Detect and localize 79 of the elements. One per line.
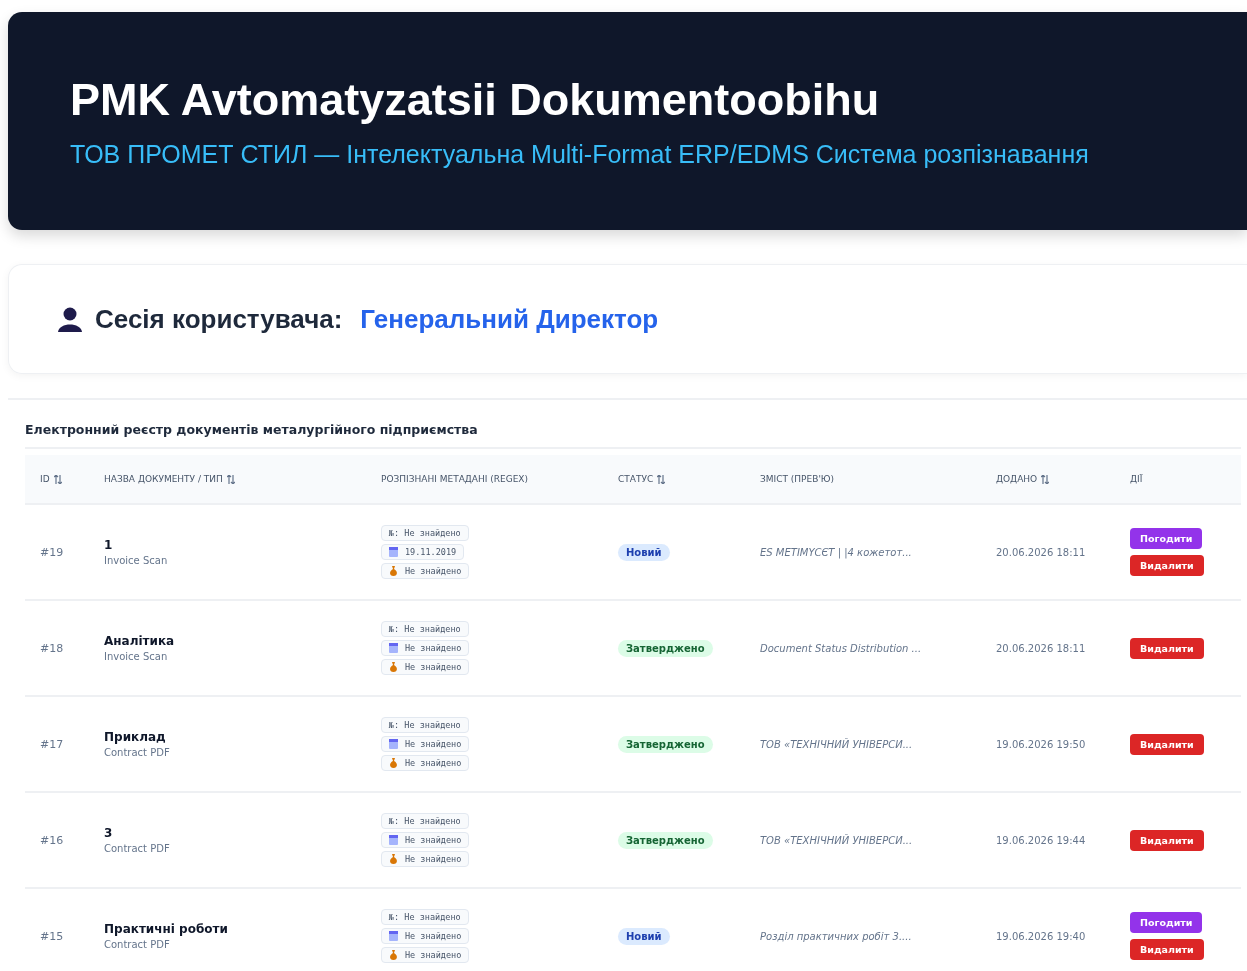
metadata-chip: Не знайдено <box>381 659 470 675</box>
registry-title: Електронний реєстр документів металургійного підприємства <box>25 422 1241 449</box>
document-name: Приклад <box>104 730 166 744</box>
user-icon <box>57 306 83 332</box>
metadata-chip: 19.11.2019 <box>381 544 465 560</box>
status-badge: Затверджено <box>618 831 713 849</box>
document-type: Invoice Scan <box>104 651 168 662</box>
document-name: 1 <box>104 538 113 552</box>
column-header: СТАТУС <box>618 474 654 484</box>
added-date: 19.06.2026 19:40 <box>996 930 1086 942</box>
metadata-chip: Не знайдено <box>381 832 470 848</box>
delete-button[interactable]: Видалити <box>1130 939 1204 960</box>
document-name: 3 <box>104 826 113 840</box>
metadata-chip: Не знайдено <box>381 928 470 944</box>
document-type: Contract PDF <box>104 747 170 758</box>
sort-icon <box>53 474 62 484</box>
status-badge: Новий <box>618 927 670 945</box>
metadata-chip: №: Не знайдено <box>381 813 469 829</box>
metadata-chip: Не знайдено <box>381 563 470 579</box>
money-bag-icon <box>389 566 398 576</box>
document-type: Contract PDF <box>104 939 170 950</box>
document-id: #16 <box>40 833 64 847</box>
metadata-chip: №: Не знайдено <box>381 717 469 733</box>
status-badge: Новий <box>618 543 670 561</box>
document-id: #19 <box>40 545 64 559</box>
sort-icon <box>226 474 235 484</box>
metadata-chip: Не знайдено <box>381 947 470 963</box>
sort-icon <box>1041 474 1050 484</box>
preview-text: ТОВ «ТЕХНІЧНИЙ УНІВЕРСИ... <box>760 834 913 846</box>
delete-button[interactable]: Видалити <box>1130 555 1204 576</box>
preview-text: Document Status Distribution ... <box>760 642 922 654</box>
document-name: Аналітика <box>104 634 175 648</box>
column-header: ЗМІСТ (ПРЕВ'Ю) <box>760 474 835 484</box>
approve-button[interactable]: Погодити <box>1130 912 1203 933</box>
delete-button[interactable]: Видалити <box>1130 637 1204 659</box>
document-type: Contract PDF <box>104 843 170 854</box>
metadata-chip: Не знайдено <box>381 736 470 752</box>
document-id: #17 <box>40 737 64 751</box>
metadata-chip: Не знайдено <box>381 755 470 771</box>
preview-text: Розділ практичних робіт 3.... <box>760 930 912 942</box>
money-bag-icon <box>389 662 398 672</box>
metadata-chip: Не знайдено <box>381 640 470 656</box>
column-header: ДОДАНО <box>996 474 1038 484</box>
session-label: Сесія користувача: <box>95 303 343 335</box>
preview-text: ES METIMYCЄT | |4 кожетот... <box>760 546 912 558</box>
session-user: Генеральний Директор <box>360 303 659 335</box>
added-date: 20.06.2026 18:11 <box>996 546 1086 558</box>
money-bag-icon <box>389 854 398 864</box>
calendar-icon <box>389 547 398 557</box>
delete-button[interactable]: Видалити <box>1130 829 1204 851</box>
app-title: PMK Avtomatyzatsii Dokumentoobihu <box>70 73 881 126</box>
delete-button[interactable]: Видалити <box>1130 733 1204 755</box>
calendar-icon <box>389 739 398 749</box>
status-badge: Затверджено <box>618 639 713 657</box>
added-date: 20.06.2026 18:11 <box>996 642 1086 654</box>
app-subtitle: ТОВ ПРОМЕТ СТИЛ — Інтелектуальна Multi-Format ERP/EDMS Система розпізнавання <box>70 139 1090 169</box>
money-bag-icon <box>389 758 398 768</box>
document-type: Invoice Scan <box>104 555 168 566</box>
metadata-chip: Не знайдено <box>381 851 470 867</box>
document-id: #15 <box>40 929 64 943</box>
added-date: 19.06.2026 19:44 <box>996 834 1086 846</box>
metadata-chip: №: Не знайдено <box>381 621 469 637</box>
column-header: ДІЇ <box>1130 474 1143 484</box>
column-header: ID <box>40 474 50 484</box>
added-date: 19.06.2026 19:50 <box>996 738 1086 750</box>
column-header: НАЗВА ДОКУМЕНТУ / ТИП <box>104 474 223 484</box>
preview-text: ТОВ «ТЕХНІЧНИЙ УНІВЕРСИ... <box>760 738 913 750</box>
metadata-chip: №: Не знайдено <box>381 909 469 925</box>
calendar-icon <box>389 835 398 845</box>
metadata-chip: №: Не знайдено <box>381 525 469 541</box>
column-header: РОЗПІЗНАНІ МЕТАДАНІ (REGEX) <box>381 474 529 484</box>
document-id: #18 <box>40 641 64 655</box>
sort-icon <box>657 474 666 484</box>
status-badge: Затверджено <box>618 735 713 753</box>
money-bag-icon <box>389 950 398 960</box>
calendar-icon <box>389 931 398 941</box>
document-name: Практичні роботи <box>104 922 228 936</box>
approve-button[interactable]: Погодити <box>1130 528 1203 549</box>
calendar-icon <box>389 643 398 653</box>
